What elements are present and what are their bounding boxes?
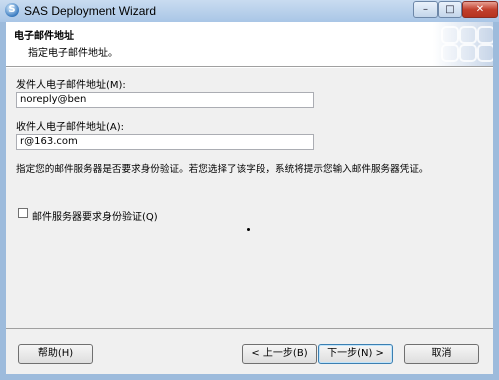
window-right-edge bbox=[493, 22, 499, 380]
client-area: 电子邮件地址 指定电子邮件地址。 发件人电子邮件地址(M): noreply@b… bbox=[6, 22, 495, 374]
window-title: SAS Deployment Wizard bbox=[24, 4, 157, 18]
button-bar: 帮助(H) < 上一步(B) 下一步(N) > 取消 bbox=[6, 328, 493, 374]
close-button[interactable]: ✕ bbox=[462, 1, 498, 18]
back-button[interactable]: < 上一步(B) bbox=[242, 344, 317, 364]
wizard-window: S SAS Deployment Wizard – □ ✕ 电子邮件地址 指定电… bbox=[0, 0, 499, 380]
page-header: 电子邮件地址 指定电子邮件地址。 bbox=[6, 22, 495, 66]
auth-required-label[interactable]: 邮件服务器要求身份验证(Q) bbox=[32, 208, 158, 223]
content-panel: 发件人电子邮件地址(M): noreply@ben 收件人电子邮件地址(A): … bbox=[6, 68, 493, 328]
sas-app-icon: S bbox=[5, 3, 19, 17]
mouse-cursor-dot bbox=[247, 228, 250, 231]
recipient-email-field[interactable]: r@163.com bbox=[16, 134, 314, 150]
cancel-button[interactable]: 取消 bbox=[404, 344, 479, 364]
page-subtitle: 指定电子邮件地址。 bbox=[28, 48, 118, 59]
auth-description: 指定您的邮件服务器是否要求身份验证。若您选择了该字段，系统将提示您输入邮件服务器… bbox=[16, 164, 429, 175]
page-title: 电子邮件地址 bbox=[14, 31, 74, 42]
auth-required-checkbox[interactable] bbox=[18, 208, 28, 218]
next-button[interactable]: 下一步(N) > bbox=[318, 344, 393, 364]
help-button[interactable]: 帮助(H) bbox=[18, 344, 93, 364]
sender-email-label: 发件人电子邮件地址(M): bbox=[16, 80, 126, 91]
recipient-email-label: 收件人电子邮件地址(A): bbox=[16, 122, 125, 133]
maximize-button[interactable]: □ bbox=[438, 1, 462, 18]
minimize-button[interactable]: – bbox=[413, 1, 438, 18]
sender-email-field[interactable]: noreply@ben bbox=[16, 92, 314, 108]
app-icon-glyph: S bbox=[8, 4, 16, 15]
title-bar[interactable]: S SAS Deployment Wizard – □ ✕ bbox=[0, 0, 499, 22]
header-decoration bbox=[433, 22, 495, 66]
